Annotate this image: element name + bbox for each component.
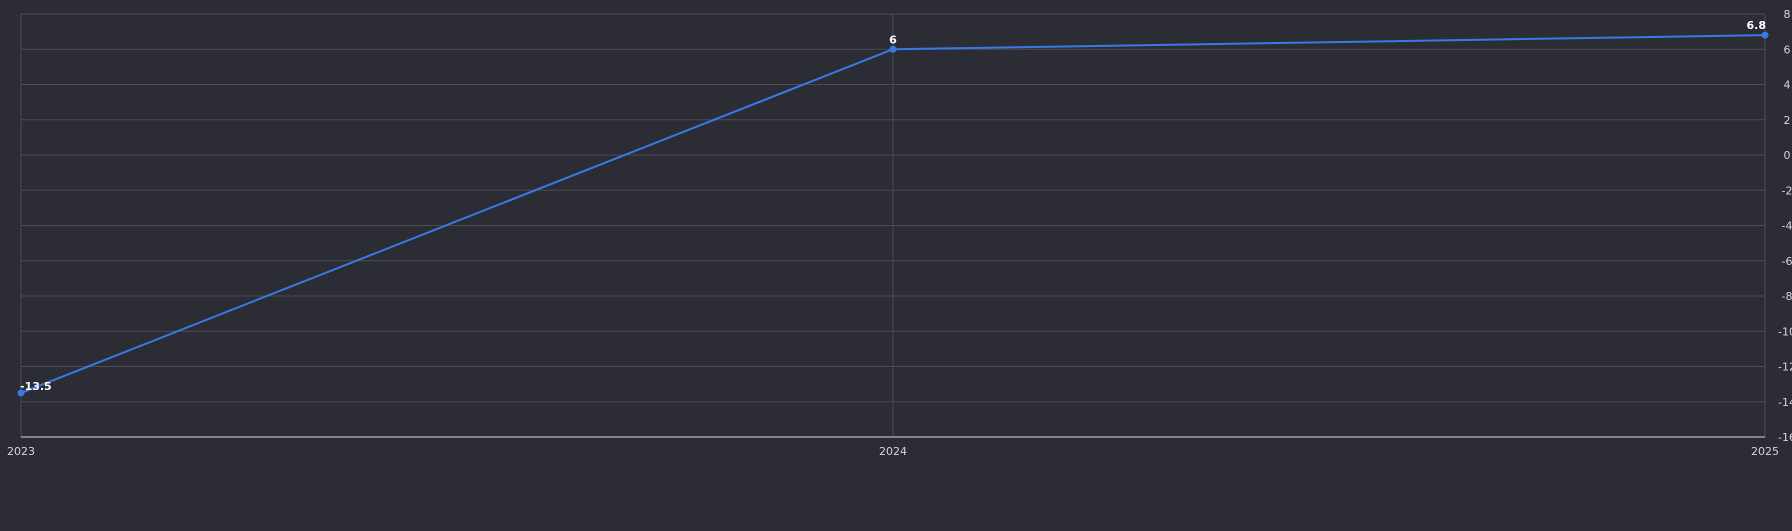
chart-container: 8 6 4 2 0 -2 -4 -6 -8 -10 -12 -14 -16 2023 2024 2025 -1…	[0, 0, 1792, 527]
axes: 8 6 4 2 0 -2 -4 -6 -8 -10 -12 -14 -16 2023 2024 2025	[7, 8, 1792, 458]
y-tick-label: 8	[1784, 8, 1791, 21]
data-label: 6	[889, 33, 897, 46]
data-point[interactable]	[889, 45, 897, 53]
y-tick-label: 0	[1784, 149, 1791, 162]
y-tick-label: 2	[1784, 114, 1791, 127]
y-tick-label: -14	[1778, 396, 1792, 409]
y-tick-label: 6	[1784, 43, 1791, 56]
y-tick-label: -16	[1778, 431, 1792, 444]
y-tick-label: -6	[1782, 255, 1792, 268]
x-tick-label: 2023	[7, 445, 35, 458]
y-tick-label: -12	[1778, 361, 1792, 374]
y-tick-label: 4	[1784, 79, 1791, 92]
y-tick-label: -10	[1778, 325, 1792, 338]
y-tick-label: -2	[1782, 184, 1792, 197]
x-tick-label: 2025	[1751, 445, 1779, 458]
data-label: 6.8	[1747, 19, 1767, 32]
grid-lines	[20, 13, 1766, 437]
data-label: -13.5	[20, 380, 52, 393]
y-tick-label: -8	[1782, 290, 1792, 303]
data-point[interactable]	[1761, 31, 1769, 39]
x-tick-label: 2024	[879, 445, 907, 458]
line-chart: 8 6 4 2 0 -2 -4 -6 -8 -10 -12 -14 -16 2023 2024 2025 -1…	[7, 8, 1792, 458]
y-tick-label: -4	[1782, 220, 1792, 233]
